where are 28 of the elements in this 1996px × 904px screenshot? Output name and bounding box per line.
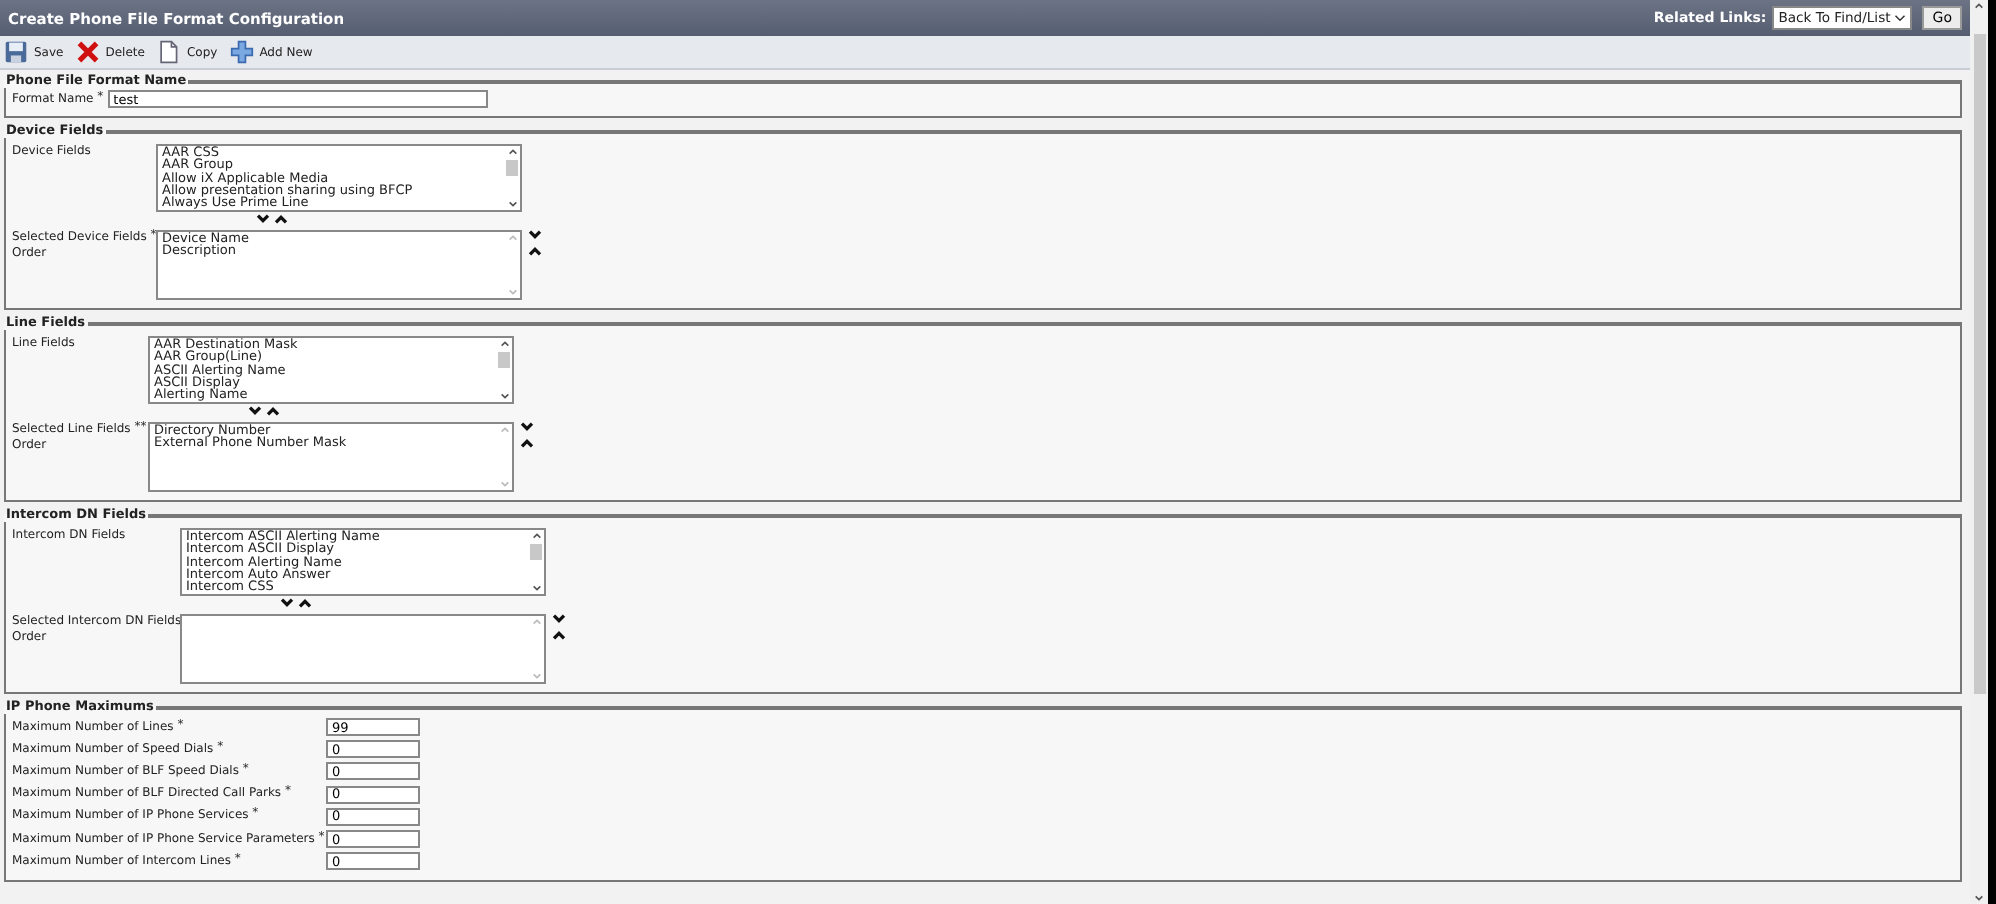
caret-icon: [1894, 14, 1907, 22]
scroll-down-icon[interactable]: [531, 584, 541, 592]
scroll-up-icon[interactable]: [531, 532, 541, 540]
move-up-icon[interactable]: [298, 598, 312, 608]
copy-icon[interactable]: [156, 40, 181, 64]
scroll-down-icon[interactable]: [499, 392, 509, 400]
move-up-icon[interactable]: [552, 630, 566, 640]
add-icon[interactable]: [229, 40, 254, 64]
move-up-icon[interactable]: [520, 438, 534, 448]
page-scrollbar[interactable]: [1970, 0, 1988, 904]
scroll-up-icon[interactable]: [507, 148, 517, 156]
scroll-up-icon[interactable]: [499, 340, 509, 348]
scroll-up-icon[interactable]: [1974, 2, 1984, 10]
move-down-icon[interactable]: [280, 598, 294, 608]
scroll-down-icon[interactable]: [1974, 894, 1984, 902]
scroll-down-icon[interactable]: [507, 200, 517, 208]
move-down-icon[interactable]: [520, 422, 534, 432]
list-scrollbar[interactable]: [496, 338, 512, 402]
move-down-icon[interactable]: [256, 214, 270, 224]
delete-icon[interactable]: [75, 40, 100, 64]
move-down-icon[interactable]: [552, 614, 566, 624]
move-up-icon[interactable]: [274, 214, 288, 224]
move-up-icon[interactable]: [528, 246, 542, 256]
move-down-icon[interactable]: [528, 230, 542, 240]
move-down-icon[interactable]: [248, 406, 262, 416]
move-up-icon[interactable]: [266, 406, 280, 416]
list-scrollbar[interactable]: [504, 146, 520, 210]
list-scrollbar[interactable]: [528, 530, 544, 594]
